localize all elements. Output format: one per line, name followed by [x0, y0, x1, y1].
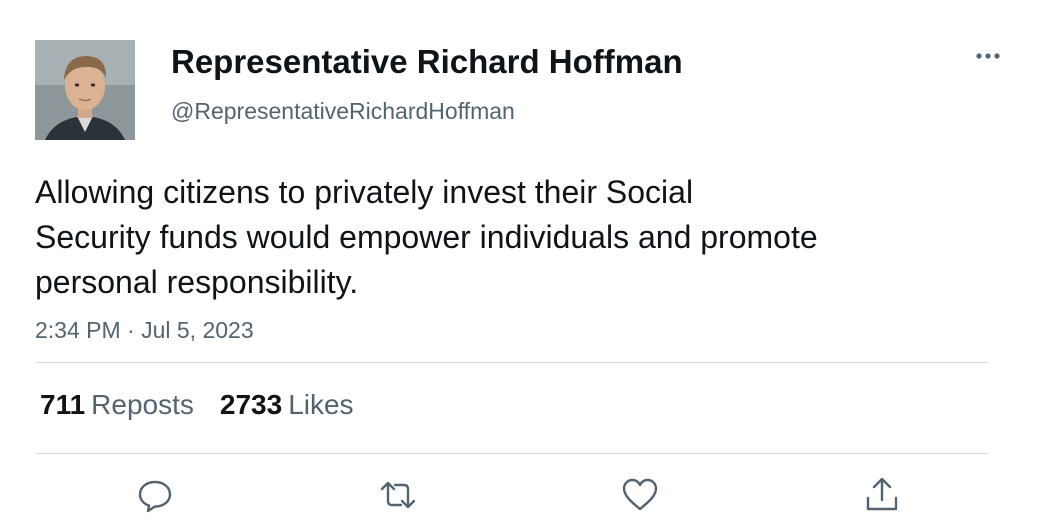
divider	[35, 362, 989, 363]
tweet-text-line: Allowing citizens to privately invest th…	[35, 174, 694, 210]
tweet-text-line: personal responsibility.	[35, 264, 359, 300]
avatar-image	[35, 40, 135, 140]
reposts-stat[interactable]: 711 Reposts	[40, 389, 194, 420]
share-icon[interactable]	[862, 475, 902, 515]
user-handle[interactable]: @RepresentativeRichardHoffman	[171, 97, 515, 125]
likes-stat[interactable]: 2733 Likes	[220, 389, 354, 420]
repost-icon[interactable]	[378, 475, 418, 515]
engagement-stats: 711 Reposts 2733 Likes	[40, 388, 354, 422]
avatar[interactable]	[35, 40, 135, 140]
tweet-timestamp[interactable]: 2:34 PM · Jul 5, 2023	[35, 316, 254, 344]
likes-label: Likes	[288, 389, 354, 420]
reply-icon[interactable]	[135, 475, 175, 515]
tweet-text: Allowing citizens to privately invest th…	[35, 170, 935, 305]
reposts-count: 711	[40, 389, 86, 420]
likes-count: 2733	[219, 389, 283, 420]
display-name[interactable]: Representative Richard Hoffman	[171, 42, 683, 82]
divider	[35, 453, 989, 454]
reposts-label: Reposts	[91, 389, 194, 420]
heart-icon[interactable]	[620, 475, 660, 515]
more-dots-icon[interactable]	[970, 44, 1006, 68]
tweet-text-line: Security funds would empower individuals…	[35, 219, 818, 255]
